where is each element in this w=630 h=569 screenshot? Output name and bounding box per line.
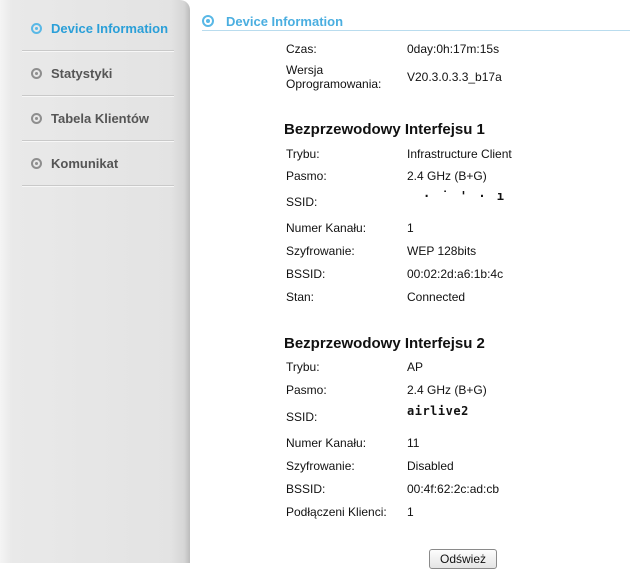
sidebar-item-label: Tabela Klientów bbox=[51, 110, 149, 126]
field-value: 2.4 GHz (B+G) bbox=[407, 169, 487, 183]
field-value: Connected bbox=[407, 290, 466, 304]
field-value: 1 bbox=[407, 221, 414, 235]
sidebar-item-label: Statystyki bbox=[51, 65, 113, 81]
field-label: SSID: bbox=[286, 410, 318, 424]
field-label: Numer Kanału: bbox=[286, 436, 367, 450]
field-value: AP bbox=[407, 360, 424, 374]
sidebar-item-label: Komunikat bbox=[51, 155, 119, 171]
sidebar-item-statystyki[interactable]: Statystyki bbox=[22, 51, 174, 96]
sidebar-item-label: Device Information bbox=[51, 20, 169, 36]
field-value: Disabled bbox=[407, 459, 454, 473]
field-label: Pasmo: bbox=[286, 383, 327, 397]
bullet-icon bbox=[31, 157, 42, 169]
sidebar-item-device-information[interactable]: Device Information bbox=[22, 6, 174, 51]
field-label: Trybu: bbox=[286, 360, 320, 374]
field-label: Wersja Oprogramowania: bbox=[286, 63, 382, 91]
field-value: WEP 128bits bbox=[407, 244, 477, 258]
field-label: BSSID: bbox=[286, 482, 326, 496]
section-title-wireless-2: Bezprzewodowy Interfejsu 2 bbox=[284, 335, 485, 352]
field-label: Pasmo: bbox=[286, 169, 327, 183]
field-value: 1 bbox=[407, 505, 414, 519]
sidebar-item-komunikat[interactable]: Komunikat bbox=[22, 141, 174, 186]
refresh-button[interactable]: Odśwież bbox=[429, 549, 497, 569]
field-value: 2.4 GHz (B+G) bbox=[407, 383, 487, 397]
field-value: 00:02:2d:a6:1b:4c bbox=[407, 267, 504, 281]
field-value: 11 bbox=[407, 436, 420, 450]
field-label: Numer Kanału: bbox=[286, 221, 367, 235]
page-title: Device Information bbox=[226, 13, 344, 29]
bullet-icon bbox=[31, 22, 42, 34]
bullet-icon bbox=[31, 112, 42, 124]
field-value: V20.3.0.3.3_b17a bbox=[407, 70, 502, 84]
field-value: Infrastructure Client bbox=[407, 147, 512, 161]
ssid-value-obscured: · ˙ ' · ı bbox=[423, 189, 507, 203]
field-label: Trybu: bbox=[286, 147, 320, 161]
section-title-wireless-1: Bezprzewodowy Interfejsu 1 bbox=[284, 121, 485, 138]
bullet-icon bbox=[31, 67, 42, 79]
sidebar-item-tabela-klientow[interactable]: Tabela Klientów bbox=[22, 96, 174, 141]
field-label: SSID: bbox=[286, 195, 318, 209]
main-content: Device Information Czas: 0day:0h:17m:15s… bbox=[190, 0, 630, 569]
field-label: Szyfrowanie: bbox=[286, 244, 355, 258]
field-label: Szyfrowanie: bbox=[286, 459, 355, 473]
ssid-value: airlive2 bbox=[407, 404, 469, 418]
sidebar: Device Information Statystyki Tabela Kli… bbox=[0, 0, 190, 563]
field-label: Podłączeni Klienci: bbox=[286, 505, 387, 519]
field-label: Stan: bbox=[286, 290, 315, 304]
bullet-icon bbox=[202, 15, 214, 27]
field-label: Czas: bbox=[286, 42, 317, 56]
field-label: BSSID: bbox=[286, 267, 326, 281]
page-header: Device Information bbox=[202, 12, 630, 31]
field-value: 0day:0h:17m:15s bbox=[407, 42, 500, 56]
field-value: 00:4f:62:2c:ad:cb bbox=[407, 482, 500, 496]
